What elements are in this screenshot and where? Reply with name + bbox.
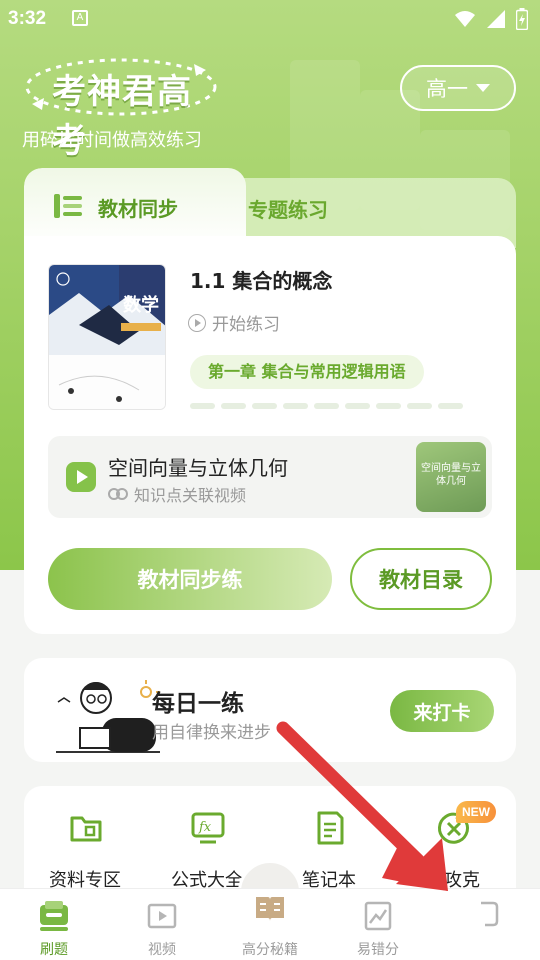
nav-practice-label: 刷题 [40,942,68,958]
nav-video[interactable]: 视频 [117,895,207,959]
list-icon [54,194,82,218]
daily-practice-card[interactable]: 每日一练 用自律换来进步 来打卡 [24,658,516,762]
nav-mistake-analysis[interactable]: 易错分 [333,895,423,959]
notification-icon: A [72,10,88,26]
video-subtitle: 知识点关联视频 [108,482,246,506]
nav-tips-label: 高分秘籍 [242,942,298,958]
tab-topic-practice-label: 专题练习 [248,198,328,222]
textbook-sync-practice-button[interactable]: 教材同步练 [48,548,332,610]
nav-video-label: 视频 [148,942,176,958]
progress-dash [345,403,370,409]
check-in-button[interactable]: 来打卡 [390,690,494,732]
new-badge: NEW [456,801,496,823]
chapter-chip[interactable]: 第一章 集合与常用逻辑用语 [190,355,424,389]
video-subtitle-text: 知识点关联视频 [134,486,247,505]
chart-icon [364,901,392,931]
video-play-icon [66,462,96,492]
book-title: 数学 [123,295,159,316]
battery-icon [516,8,528,30]
start-practice-label: 开始练习 [212,315,280,335]
student-illustration-icon [56,680,160,753]
video-thumbnail[interactable]: 空间向量与立体几何 [416,442,486,512]
progress-dash [407,403,432,409]
tab-strip: 教材同步 专题练习 [24,168,516,248]
video-title: 空间向量与立体几何 [108,456,288,480]
tool-mistakes[interactable]: 错攻克 [398,810,508,894]
status-icons [454,8,528,30]
bottom-nav: 刷题 视频 高分秘籍 易错分 [0,888,540,960]
start-practice-link[interactable]: 开始练习 [188,310,280,335]
formula-icon: fx [191,812,225,844]
lesson-title[interactable]: 1.1 集合的概念 [190,265,332,294]
profile-icon [481,901,499,927]
link-icon [108,488,128,500]
progress-dash [314,403,339,409]
progress-dash [283,403,308,409]
progress-dash [190,403,215,409]
nav-mistake-analysis-label: 易错分 [357,942,399,958]
practice-icon [40,901,68,931]
status-bar: 3:32 A [0,0,540,40]
video-thumbnail-text: 空间向量与立体几何 [421,463,481,487]
tab-textbook-sync-label: 教材同步 [98,197,178,221]
book-icon [256,897,284,921]
app-logo: 考神君高考 [22,56,220,161]
chevron-down-icon [476,84,490,92]
book-cover-illustration-icon [49,265,165,409]
progress-dashes [190,403,463,409]
notebook-icon [317,811,344,845]
grade-label: 高一 [426,77,468,101]
textbook-catalog-button[interactable]: 教材目录 [350,548,492,610]
progress-dash [376,403,401,409]
tool-materials[interactable]: 资料专区 [30,810,140,894]
signal-icon [487,10,505,28]
progress-dash [221,403,246,409]
tagline: 用碎片时间做高效练习 [22,130,202,151]
progress-dash [438,403,463,409]
nav-practice[interactable]: 刷题 [9,895,99,959]
nav-tips[interactable]: 高分秘籍 [225,895,315,959]
status-time: 3:32 [8,8,47,29]
svg-text:fx: fx [198,820,212,835]
related-video-row[interactable]: 空间向量与立体几何 知识点关联视频 空间向量与立体几何 [48,436,492,518]
nav-profile[interactable] [441,895,531,959]
daily-practice-title: 每日一练 [152,691,244,717]
play-circle-icon [188,313,206,332]
daily-practice-subtitle: 用自律换来进步 [152,723,271,743]
progress-dash [252,403,277,409]
textbook-cover[interactable]: 数学 [48,264,166,410]
video-icon [147,903,177,929]
folder-icon [70,816,102,842]
grade-selector[interactable]: 高一 [400,65,516,111]
wifi-icon [455,11,475,27]
